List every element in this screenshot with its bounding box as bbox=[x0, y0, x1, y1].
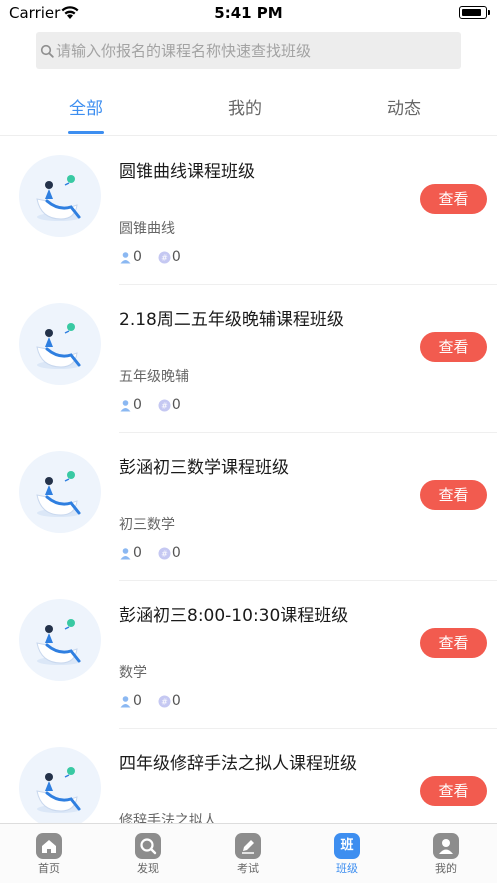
course-subtitle: 修辞手法之拟人 bbox=[119, 813, 217, 823]
nav-exam[interactable]: 考试 bbox=[218, 833, 278, 876]
svg-text:#: # bbox=[161, 697, 168, 706]
nav-me[interactable]: 我的 bbox=[416, 833, 476, 876]
view-button[interactable]: 查看 bbox=[420, 332, 487, 362]
course-title: 彭涵初三8:00-10:30课程班级 bbox=[119, 606, 349, 626]
view-button[interactable]: 查看 bbox=[420, 480, 487, 510]
course-avatar bbox=[19, 303, 101, 385]
course-item[interactable]: 四年级修辞手法之拟人课程班级 修辞手法之拟人 0 # 0 查看 bbox=[0, 729, 497, 823]
user-icon bbox=[433, 833, 459, 859]
course-avatar bbox=[19, 599, 101, 681]
posts-count: 0 bbox=[171, 249, 181, 265]
nav-exam-label: 考试 bbox=[237, 862, 259, 875]
course-stats: 0 # 0 bbox=[119, 691, 197, 711]
members-count: 0 bbox=[133, 397, 142, 413]
course-avatar bbox=[19, 451, 101, 533]
pen-icon bbox=[235, 833, 261, 859]
tab-all[interactable]: 全部 bbox=[26, 94, 146, 119]
topic-icon: # bbox=[158, 695, 171, 707]
course-title: 圆锥曲线课程班级 bbox=[119, 162, 255, 182]
course-avatar bbox=[19, 155, 101, 237]
svg-text:#: # bbox=[161, 253, 168, 262]
nav-discover-label: 发现 bbox=[137, 862, 159, 875]
tab-activity[interactable]: 动态 bbox=[344, 94, 464, 119]
course-title: 四年级修辞手法之拟人课程班级 bbox=[119, 754, 357, 774]
discover-icon bbox=[135, 833, 161, 859]
members-icon bbox=[120, 547, 131, 559]
members-icon bbox=[120, 399, 131, 411]
bottom-nav: 首页 发现 考试 班 班级 我的 bbox=[0, 823, 497, 883]
members-count: 0 bbox=[133, 249, 142, 265]
active-tab-indicator bbox=[68, 131, 104, 134]
topic-icon: # bbox=[158, 547, 171, 559]
posts-count: 0 bbox=[171, 545, 181, 561]
course-stats: 0 # 0 bbox=[119, 395, 197, 415]
course-item[interactable]: 彭涵初三8:00-10:30课程班级 数学 0 # 0 查看 bbox=[0, 581, 497, 729]
course-title: 2.18周二五年级晚辅课程班级 bbox=[119, 310, 344, 330]
clock: 5:41 PM bbox=[214, 4, 283, 22]
tab-bar: 全部 我的 动态 bbox=[0, 80, 497, 136]
nav-discover[interactable]: 发现 bbox=[118, 833, 178, 876]
view-button[interactable]: 查看 bbox=[420, 184, 487, 214]
search-bar[interactable] bbox=[36, 32, 461, 69]
course-item[interactable]: 2.18周二五年级晚辅课程班级 五年级晚辅 0 # 0 查看 bbox=[0, 285, 497, 433]
members-icon bbox=[120, 251, 131, 263]
battery-icon bbox=[459, 6, 490, 19]
course-subtitle: 初三数学 bbox=[119, 517, 175, 533]
course-item[interactable]: 彭涵初三数学课程班级 初三数学 0 # 0 查看 bbox=[0, 433, 497, 581]
nav-class-label: 班级 bbox=[336, 862, 358, 875]
nav-me-label: 我的 bbox=[435, 862, 457, 875]
home-icon bbox=[36, 833, 62, 859]
course-subtitle: 数学 bbox=[119, 665, 147, 681]
course-subtitle: 圆锥曲线 bbox=[119, 221, 175, 237]
course-list[interactable]: 圆锥曲线课程班级 圆锥曲线 0 # 0 查看 2.18周二五年级晚辅课程班级 五… bbox=[0, 137, 497, 823]
search-input[interactable] bbox=[56, 41, 456, 60]
posts-count: 0 bbox=[171, 397, 181, 413]
course-subtitle: 五年级晚辅 bbox=[119, 369, 189, 385]
view-button[interactable]: 查看 bbox=[420, 776, 487, 806]
course-item[interactable]: 圆锥曲线课程班级 圆锥曲线 0 # 0 查看 bbox=[0, 137, 497, 285]
topic-icon: # bbox=[158, 399, 171, 411]
status-bar: Carrier 5:41 PM bbox=[0, 0, 497, 26]
svg-text:#: # bbox=[161, 401, 168, 410]
members-count: 0 bbox=[133, 545, 142, 561]
members-icon bbox=[120, 695, 131, 707]
class-icon: 班 bbox=[334, 833, 360, 859]
nav-home-label: 首页 bbox=[38, 862, 60, 875]
topic-icon: # bbox=[158, 251, 171, 263]
course-stats: 0 # 0 bbox=[119, 247, 197, 267]
tab-mine[interactable]: 我的 bbox=[185, 94, 305, 119]
posts-count: 0 bbox=[171, 693, 181, 709]
members-count: 0 bbox=[133, 693, 142, 709]
view-button[interactable]: 查看 bbox=[420, 628, 487, 658]
search-icon bbox=[40, 44, 54, 58]
nav-home[interactable]: 首页 bbox=[19, 833, 79, 876]
course-stats: 0 # 0 bbox=[119, 543, 197, 563]
course-avatar bbox=[19, 747, 101, 823]
course-title: 彭涵初三数学课程班级 bbox=[119, 458, 289, 478]
svg-text:#: # bbox=[161, 549, 168, 558]
nav-class[interactable]: 班 班级 bbox=[317, 833, 377, 876]
